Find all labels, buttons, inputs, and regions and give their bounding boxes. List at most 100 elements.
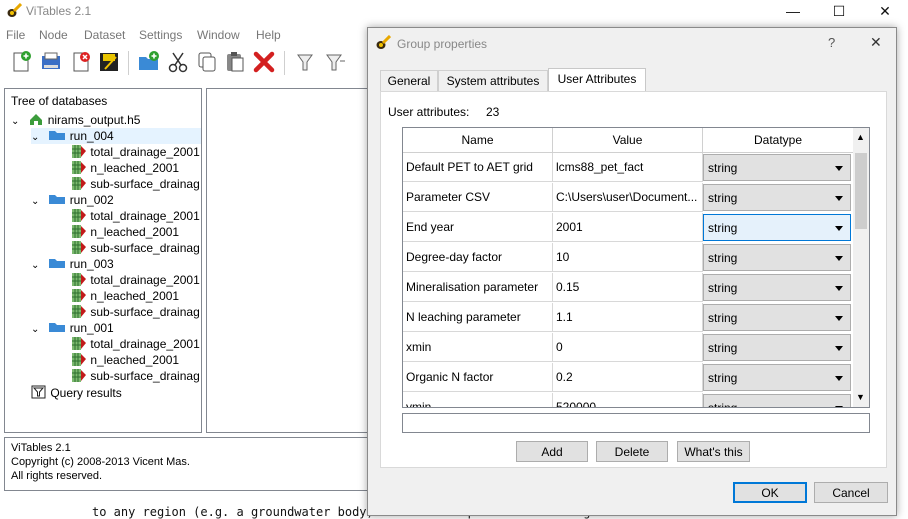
menu-help[interactable]: Help bbox=[256, 28, 281, 42]
tree-leaf-node[interactable]: n_leached_2001 bbox=[71, 288, 179, 304]
attr-name-cell[interactable]: N leaching parameter bbox=[403, 303, 553, 332]
attr-name-cell[interactable]: Parameter CSV bbox=[403, 183, 553, 212]
attr-value-cell[interactable]: 0.15 bbox=[553, 273, 703, 302]
menu-file[interactable]: File bbox=[6, 28, 25, 42]
expand-arrow-icon[interactable]: ⌄ bbox=[31, 322, 45, 338]
menu-settings[interactable]: Settings bbox=[139, 28, 182, 42]
tree-group-node[interactable]: ⌄ run_001 bbox=[31, 320, 114, 336]
close-button[interactable]: ✕ bbox=[862, 0, 908, 24]
tree-leaf-node[interactable]: sub-surface_drainag bbox=[71, 240, 200, 256]
scroll-down-icon[interactable]: ▼ bbox=[856, 392, 865, 402]
dialog-close-button[interactable]: ✕ bbox=[870, 34, 882, 51]
delete-button[interactable]: Delete bbox=[596, 441, 668, 462]
help-button[interactable]: ? bbox=[828, 35, 835, 50]
tree-leaf-node[interactable]: sub-surface_drainag bbox=[71, 176, 200, 192]
tree-leaf-node[interactable]: total_drainage_2001 bbox=[71, 336, 200, 352]
datatype-select[interactable]: string bbox=[703, 334, 851, 361]
tree-leaf-node[interactable]: n_leached_2001 bbox=[71, 160, 179, 176]
maximize-button[interactable]: ☐ bbox=[816, 0, 862, 24]
attr-name-cell[interactable]: Degree-day factor bbox=[403, 243, 553, 272]
tab-general[interactable]: General bbox=[380, 70, 438, 91]
attr-name-cell[interactable]: End year bbox=[403, 213, 553, 242]
tree-query-results[interactable]: Query results bbox=[31, 385, 122, 401]
attr-value-cell[interactable]: lcms88_pet_fact bbox=[553, 153, 703, 182]
query-filter-new-icon[interactable] bbox=[322, 49, 348, 75]
scroll-up-icon[interactable]: ▲ bbox=[856, 132, 865, 142]
tree-leaf-node[interactable]: total_drainage_2001 bbox=[71, 208, 200, 224]
tree-group-node[interactable]: ⌄ run_004 bbox=[31, 128, 201, 144]
datatype-select[interactable]: string bbox=[703, 244, 851, 271]
datatype-select[interactable]: string bbox=[703, 214, 851, 241]
paste-icon[interactable] bbox=[222, 49, 248, 75]
expand-arrow-icon[interactable]: ⌄ bbox=[31, 194, 45, 210]
datatype-select[interactable]: string bbox=[703, 184, 851, 211]
ok-button[interactable]: OK bbox=[733, 482, 807, 503]
attr-name-cell[interactable]: xmin bbox=[403, 333, 553, 362]
tree-leaf-node[interactable]: n_leached_2001 bbox=[71, 352, 179, 368]
attr-value-cell[interactable]: 2001 bbox=[553, 213, 703, 242]
new-group-icon[interactable] bbox=[136, 49, 162, 75]
attr-value-cell[interactable]: 1.1 bbox=[553, 303, 703, 332]
datatype-select[interactable]: string bbox=[703, 304, 851, 331]
datatype-select[interactable]: string bbox=[703, 394, 851, 407]
whats-this-button[interactable]: What's this bbox=[677, 441, 750, 462]
attr-name-cell[interactable]: Default PET to AET grid bbox=[403, 153, 553, 182]
expand-arrow-icon[interactable]: ⌄ bbox=[11, 114, 25, 130]
minimize-button[interactable]: — bbox=[770, 0, 816, 24]
column-header-name[interactable]: Name bbox=[403, 128, 553, 153]
tree-leaf-node[interactable]: sub-surface_drainag bbox=[71, 304, 200, 320]
save-file-icon[interactable] bbox=[96, 49, 122, 75]
copy-icon[interactable] bbox=[194, 49, 220, 75]
column-header-value[interactable]: Value bbox=[553, 128, 703, 153]
datatype-select[interactable]: string bbox=[703, 274, 851, 301]
menu-dataset[interactable]: Dataset bbox=[84, 28, 125, 42]
tree-file-node[interactable]: ⌄ nirams_output.h5 bbox=[11, 112, 140, 128]
tree-panel: Tree of databases ⌄ nirams_output.h5 ⌄ r… bbox=[4, 88, 202, 433]
attr-name-cell[interactable]: Organic N factor bbox=[403, 363, 553, 392]
folder-icon bbox=[49, 195, 66, 204]
attr-value-cell[interactable]: C:\Users\user\Document... bbox=[553, 183, 703, 212]
tab-system-attributes[interactable]: System attributes bbox=[438, 70, 548, 91]
tab-user-attributes[interactable]: User Attributes bbox=[548, 68, 646, 92]
menu-window[interactable]: Window bbox=[197, 28, 240, 42]
tree-leaf-node[interactable]: total_drainage_2001 bbox=[71, 272, 200, 288]
dialog-title: Group properties bbox=[397, 37, 488, 51]
attr-name-cell[interactable]: ymin bbox=[403, 393, 553, 407]
add-button[interactable]: Add bbox=[516, 441, 588, 462]
cancel-button[interactable]: Cancel bbox=[814, 482, 888, 503]
tree-leaf-node[interactable]: total_drainage_2001 bbox=[71, 144, 200, 160]
attr-value-cell[interactable]: 0.2 bbox=[553, 363, 703, 392]
attr-name-cell[interactable]: Mineralisation parameter bbox=[403, 273, 553, 302]
menu-node[interactable]: Node bbox=[39, 28, 68, 42]
attr-value-cell[interactable]: 10 bbox=[553, 243, 703, 272]
column-header-datatype[interactable]: Datatype bbox=[703, 128, 854, 153]
dataset-icon bbox=[72, 209, 86, 222]
tree-file-label: nirams_output.h5 bbox=[47, 113, 141, 127]
open-file-icon[interactable] bbox=[38, 49, 64, 75]
log-line: ViTables 2.1 bbox=[11, 442, 71, 454]
log-panel: ViTables 2.1 Copyright (c) 2008-2013 Vic… bbox=[4, 437, 370, 491]
tree-group-node[interactable]: ⌄ run_003 bbox=[31, 256, 114, 272]
datatype-select[interactable]: string bbox=[703, 154, 851, 181]
tree-group-label: run_001 bbox=[69, 321, 114, 335]
expand-arrow-icon[interactable]: ⌄ bbox=[31, 130, 45, 146]
tree-group-label: run_003 bbox=[69, 257, 114, 271]
query-filter-icon[interactable] bbox=[292, 49, 318, 75]
main-titlebar: ViTables 2.1 — ☐ ✕ bbox=[0, 0, 908, 24]
attr-value-cell[interactable]: 0 bbox=[553, 333, 703, 362]
new-file-icon[interactable] bbox=[8, 49, 34, 75]
log-line: All rights reserved. bbox=[11, 470, 103, 482]
datatype-select[interactable]: string bbox=[703, 364, 851, 391]
chevron-down-icon bbox=[835, 406, 843, 407]
tree-query-label: Query results bbox=[50, 386, 122, 400]
delete-icon[interactable] bbox=[251, 49, 277, 75]
cut-icon[interactable] bbox=[165, 49, 191, 75]
expand-arrow-icon[interactable]: ⌄ bbox=[31, 258, 45, 274]
close-file-icon[interactable] bbox=[68, 49, 94, 75]
scrollbar-thumb[interactable] bbox=[855, 153, 867, 229]
attr-value-cell[interactable]: 520000 bbox=[553, 393, 703, 407]
tree-leaf-node[interactable]: sub-surface_drainag bbox=[71, 368, 200, 384]
dataset-icon bbox=[72, 241, 86, 254]
tree-group-node[interactable]: ⌄ run_002 bbox=[31, 192, 114, 208]
tree-leaf-node[interactable]: n_leached_2001 bbox=[71, 224, 179, 240]
